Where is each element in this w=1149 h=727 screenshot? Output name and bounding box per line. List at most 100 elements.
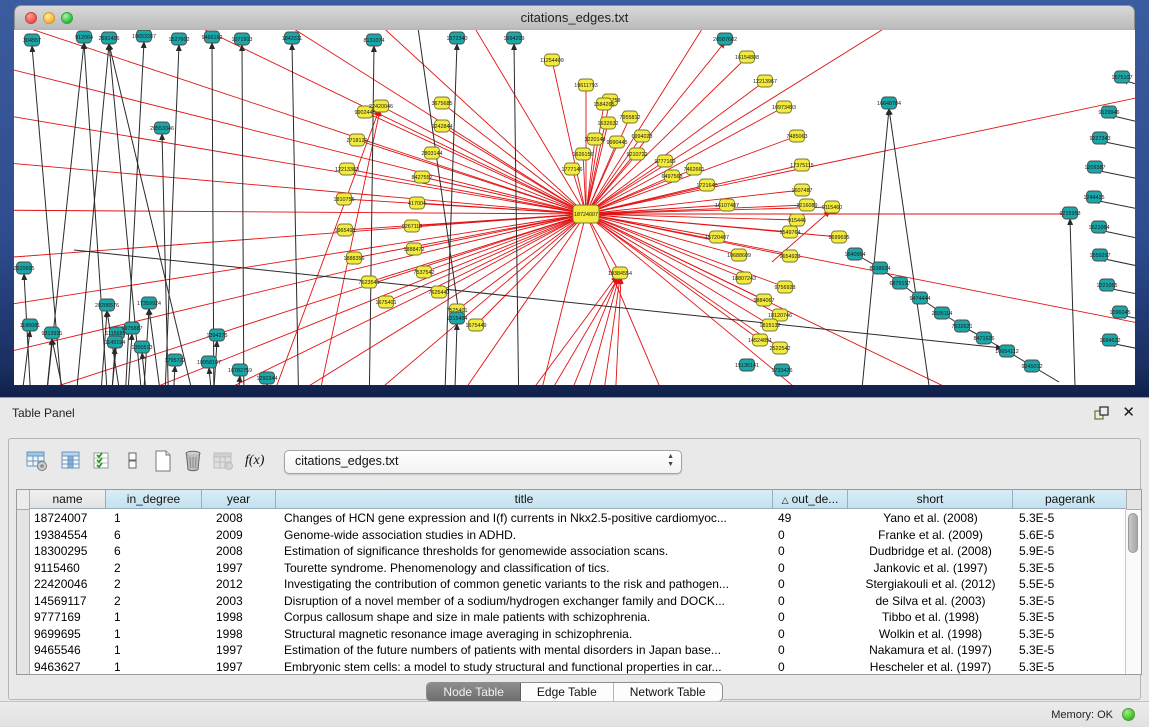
graph-node[interactable]: 26587682 — [713, 33, 737, 45]
graph-node[interactable]: 9466162 — [202, 31, 223, 43]
graph-node[interactable]: 11254409 — [540, 54, 564, 66]
graph-node[interactable]: 16107487 — [715, 199, 739, 211]
table-row[interactable]: 1872400712008Changes of HCN gene express… — [30, 510, 1126, 527]
graph-node[interactable]: 1675449 — [466, 319, 487, 331]
function-builder-icon[interactable]: f(x) — [245, 449, 269, 473]
table-row[interactable]: 1456911722003Disruption of a novel membe… — [30, 593, 1126, 610]
graph-node[interactable]: 6497568 — [662, 170, 683, 182]
graph-node[interactable]: 1733426 — [772, 364, 793, 376]
graph-node[interactable]: 3220148 — [585, 133, 606, 145]
column-header-title[interactable]: title — [276, 490, 773, 509]
network-graph-svg[interactable]: 1872400716154808122139671097349374850631… — [14, 30, 1135, 385]
graph-node[interactable]: 1145194 — [105, 336, 126, 348]
graph-node[interactable]: 16648784 — [877, 97, 901, 109]
graph-node[interactable]: 7632621 — [952, 320, 973, 332]
graph-node[interactable]: 9210722 — [627, 148, 648, 160]
graph-node[interactable]: 1626156 — [573, 148, 594, 160]
graph-node[interactable]: 6994028 — [632, 130, 653, 142]
graph-node[interactable]: 304557 — [23, 34, 41, 46]
graph-node[interactable]: 8131074 — [364, 34, 385, 46]
graph-node[interactable]: 7537542 — [414, 266, 435, 278]
graph-node[interactable]: 2935114 — [932, 307, 953, 319]
tab-edge-table[interactable]: Edge Table — [521, 683, 614, 701]
table-row[interactable]: 911546021997Tourette syndrome. Phenomeno… — [30, 560, 1126, 577]
graph-node[interactable]: 1721640 — [697, 179, 718, 191]
graph-node[interactable]: 20553346 — [150, 122, 174, 134]
graph-node[interactable]: 6879197 — [890, 277, 911, 289]
graph-node[interactable]: 2691406 — [99, 32, 120, 44]
graph-node[interactable]: 16154808 — [735, 51, 759, 63]
float-window-icon[interactable] — [1093, 405, 1109, 421]
graph-node[interactable]: 9242844 — [432, 120, 453, 132]
graph-node[interactable]: 915446 — [788, 214, 806, 226]
graph-node[interactable]: 1777146 — [562, 163, 583, 175]
graph-node[interactable]: 1694209 — [504, 32, 525, 44]
graph-node[interactable]: 7625443 — [429, 286, 450, 298]
graph-node[interactable]: 1315454 — [447, 312, 468, 324]
graph-node[interactable]: 7485063 — [787, 130, 808, 142]
graph-node[interactable]: 1195081 — [20, 319, 41, 331]
memory-ok-indicator[interactable] — [1122, 708, 1135, 721]
graph-node[interactable]: 1096045 — [1110, 306, 1131, 318]
graph-node[interactable]: 8938924 — [870, 262, 891, 274]
graph-node[interactable]: 1632632 — [598, 117, 619, 129]
select-all-icon[interactable] — [91, 449, 115, 473]
graph-node[interactable]: 9654923 — [780, 250, 801, 262]
graph-node[interactable]: 1527602 — [169, 33, 190, 45]
graph-node[interactable]: 1694622 — [1100, 334, 1121, 346]
table-row[interactable]: 969969511998Structural magnetic resonanc… — [30, 626, 1126, 643]
graph-node[interactable]: 1675401 — [376, 296, 397, 308]
graph-node[interactable]: 18807243 — [732, 272, 756, 284]
graph-node[interactable]: 2520655 — [14, 262, 35, 274]
graph-node[interactable]: 912064 — [75, 31, 93, 43]
column-header-in_degree[interactable]: in_degree — [106, 490, 202, 509]
graph-node[interactable]: 9215958 — [1060, 207, 1081, 219]
close-panel-icon[interactable]: ✕ — [1122, 403, 1135, 421]
graph-node[interactable]: 8427552 — [412, 171, 433, 183]
graph-node[interactable]: 1888356 — [344, 252, 365, 264]
graph-node[interactable]: 14524851 — [748, 334, 772, 346]
graph-node[interactable]: 16782759 — [228, 364, 252, 376]
vertical-scrollbar[interactable] — [1125, 510, 1141, 674]
graph-node[interactable]: 1559297 — [1090, 249, 1111, 261]
graph-node[interactable]: 20206576 — [95, 299, 119, 311]
graph-node[interactable]: 9756928 — [775, 281, 796, 293]
graph-node[interactable]: 9975887 — [122, 322, 143, 334]
graph-node[interactable]: 1549764 — [780, 226, 801, 238]
graph-node[interactable]: 1221065 — [1097, 279, 1118, 291]
graph-node[interactable]: 15136141 — [735, 359, 759, 371]
graph-node[interactable]: 1575107 — [1112, 71, 1133, 83]
graph-node[interactable]: 9699695 — [829, 231, 850, 243]
graph-node[interactable]: 2718120 — [347, 134, 368, 146]
graph-node[interactable]: 9777169 — [655, 155, 676, 167]
graph-node[interactable]: 1795722 — [165, 354, 186, 366]
tab-network-table[interactable]: Network Table — [614, 683, 722, 701]
import-table-icon[interactable] — [211, 449, 235, 473]
graph-node[interactable]: 1209387 — [1085, 161, 1106, 173]
graph-node[interactable]: 9129946 — [1099, 106, 1120, 118]
table-row[interactable]: 1830029562008Estimation of significance … — [30, 543, 1126, 560]
graph-node[interactable]: 10958107 — [197, 356, 221, 368]
graph-node[interactable]: 9884067 — [754, 294, 775, 306]
graph-node[interactable]: 1350513 — [132, 341, 153, 353]
table-row[interactable]: 946362711997Embryonic stem cells: a mode… — [30, 659, 1126, 676]
graph-node[interactable]: 9267110 — [402, 220, 423, 232]
graph-node[interactable]: 1244415 — [1084, 191, 1105, 203]
column-header-name[interactable]: name — [30, 490, 106, 509]
table-row[interactable]: 977716911998Corpus callosum shape and si… — [30, 609, 1126, 626]
table-row[interactable]: 1938455462009Genome-wide association stu… — [30, 527, 1126, 544]
network-select-dropdown[interactable]: citations_edges.txt ▲▼ — [284, 450, 682, 474]
graph-node[interactable]: 10653287 — [132, 30, 156, 42]
graph-node[interactable]: 3675685 — [432, 97, 453, 109]
graph-node[interactable]: 18724007 — [573, 205, 599, 223]
graph-node[interactable]: 3216089 — [797, 199, 818, 211]
graph-node[interactable]: 9227343 — [1090, 132, 1111, 144]
table-column-icon[interactable] — [59, 449, 83, 473]
tab-node-table[interactable]: Node Table — [427, 683, 521, 701]
table-row[interactable]: 946554611997Estimation of the future num… — [30, 642, 1126, 659]
graph-node[interactable]: 9474444 — [910, 292, 931, 304]
graph-node[interactable]: 1843311 — [282, 32, 303, 44]
graph-node[interactable]: 9313931 — [42, 327, 63, 339]
rows-icon[interactable] — [121, 449, 145, 473]
graph-node[interactable]: 12213967 — [753, 75, 777, 87]
